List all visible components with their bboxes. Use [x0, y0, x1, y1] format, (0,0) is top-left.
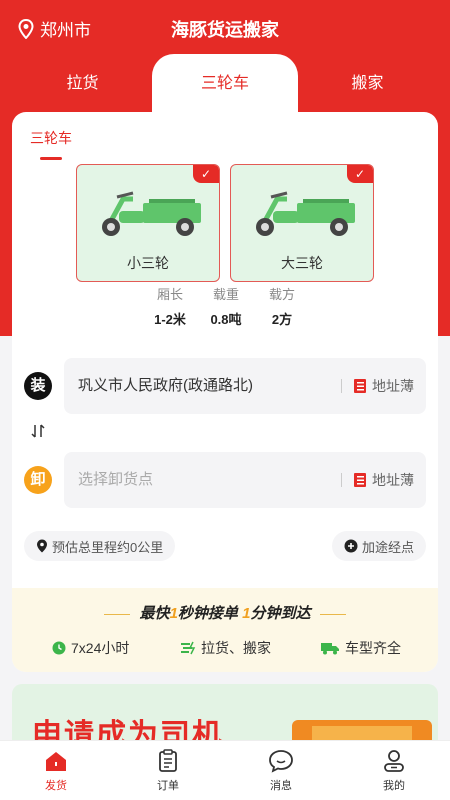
- load-address: 巩义市人民政府(政通路北): [78, 377, 253, 394]
- address-book-label: 地址薄: [372, 472, 414, 488]
- address-book-button[interactable]: 地址薄: [341, 358, 414, 414]
- tab-tricycle[interactable]: 三轮车: [152, 54, 298, 120]
- check-icon: ✓: [193, 165, 219, 183]
- address-book-icon: [354, 379, 366, 393]
- promo-text: 分钟到达: [250, 605, 311, 622]
- load-badge: 装: [24, 372, 52, 400]
- divider: [341, 473, 342, 487]
- distance-text: 预估总里程约0公里: [52, 539, 164, 555]
- app-title: 海豚货运搬家: [171, 20, 279, 40]
- spec-value: 2方: [271, 312, 293, 327]
- location-pin-icon: [37, 539, 47, 553]
- nav-profile[interactable]: 我的: [349, 749, 439, 793]
- spec-value: 1-2米: [154, 312, 186, 327]
- clock-icon: [52, 641, 66, 655]
- user-icon: [384, 750, 404, 772]
- add-circle-icon: [344, 539, 358, 553]
- spec-volume: 载方 2方: [254, 284, 310, 328]
- clipboard-icon: [159, 749, 177, 772]
- subtab-underline: [40, 157, 62, 160]
- promo-text: 秒钟接单: [177, 605, 238, 622]
- divider: [103, 613, 130, 615]
- nav-ship[interactable]: 发货: [11, 749, 101, 793]
- vehicle-option-small[interactable]: ✓ 小三轮: [76, 164, 220, 282]
- address-book-button[interactable]: 地址薄: [341, 452, 414, 508]
- divider: [320, 613, 347, 615]
- bottom-nav: 发货 订单 消息 我的: [0, 740, 450, 800]
- spec-key: 载方: [268, 287, 295, 302]
- tab-freight[interactable]: 拉货: [0, 54, 165, 114]
- add-waypoint-label: 加途经点: [361, 539, 414, 555]
- feature-services: 拉货、搬家: [180, 638, 271, 658]
- vehicle-label: 小三轮: [127, 255, 169, 271]
- vehicle-specs: 厢长 1-2米 载重 0.8吨 载方 2方: [142, 284, 312, 328]
- add-waypoint-button[interactable]: 加途经点: [331, 531, 426, 561]
- unload-badge: 卸: [24, 466, 52, 494]
- service-tabs: 拉货 三轮车 搬家: [0, 54, 450, 120]
- spec-key: 厢长: [156, 287, 183, 302]
- load-address-field[interactable]: 巩义市人民政府(政通路北) 地址薄: [64, 358, 426, 414]
- home-icon: [46, 752, 66, 771]
- top-bar: 郑州市 海豚货运搬家: [0, 0, 450, 56]
- tricycle-icon: [256, 191, 355, 236]
- distance-estimate: 预估总里程约0公里: [24, 531, 176, 561]
- promo-slogan: 最快1秒钟接单 1分钟到达: [12, 602, 438, 623]
- bolt-icon: [181, 641, 196, 655]
- nav-label: 消息: [270, 780, 292, 792]
- divider: [341, 379, 342, 393]
- address-book-label: 地址薄: [372, 378, 414, 394]
- spec-length: 厢长 1-2米: [142, 284, 198, 328]
- promo-number: 1: [169, 605, 178, 622]
- chat-bubble-icon: [269, 750, 293, 773]
- promo-strip: 最快1秒钟接单 1分钟到达 7x24小时 拉货、搬家 车型齐全: [12, 588, 438, 672]
- feature-label: 拉货、搬家: [201, 640, 271, 656]
- feature-label: 7x24小时: [71, 640, 130, 656]
- vehicle-label: 大三轮: [281, 255, 323, 271]
- truck-icon: [321, 643, 339, 655]
- feature-24h: 7x24小时: [52, 638, 129, 658]
- unload-placeholder: 选择卸货点: [78, 471, 154, 488]
- vehicle-option-large[interactable]: ✓ 大三轮: [230, 164, 374, 282]
- feature-vehicle-types: 车型齐全: [320, 638, 401, 658]
- nav-label: 我的: [383, 780, 405, 792]
- nav-messages[interactable]: 消息: [236, 749, 326, 793]
- unload-address-field[interactable]: 选择卸货点 地址薄: [64, 452, 426, 508]
- feature-label: 车型齐全: [345, 640, 401, 656]
- spec-key: 载重: [212, 287, 239, 302]
- nav-label: 发货: [45, 780, 67, 792]
- address-book-icon: [354, 473, 366, 487]
- nav-label: 订单: [157, 780, 179, 792]
- check-icon: ✓: [347, 165, 373, 183]
- subtab-tricycle[interactable]: 三轮车: [30, 128, 72, 148]
- nav-orders[interactable]: 订单: [123, 749, 213, 793]
- promo-text: 最快: [139, 605, 170, 622]
- spec-value: 0.8吨: [210, 312, 242, 327]
- swap-icon[interactable]: [30, 423, 46, 439]
- tab-moving[interactable]: 搬家: [285, 54, 450, 114]
- spec-weight: 载重 0.8吨: [198, 284, 254, 328]
- tricycle-icon: [102, 191, 201, 236]
